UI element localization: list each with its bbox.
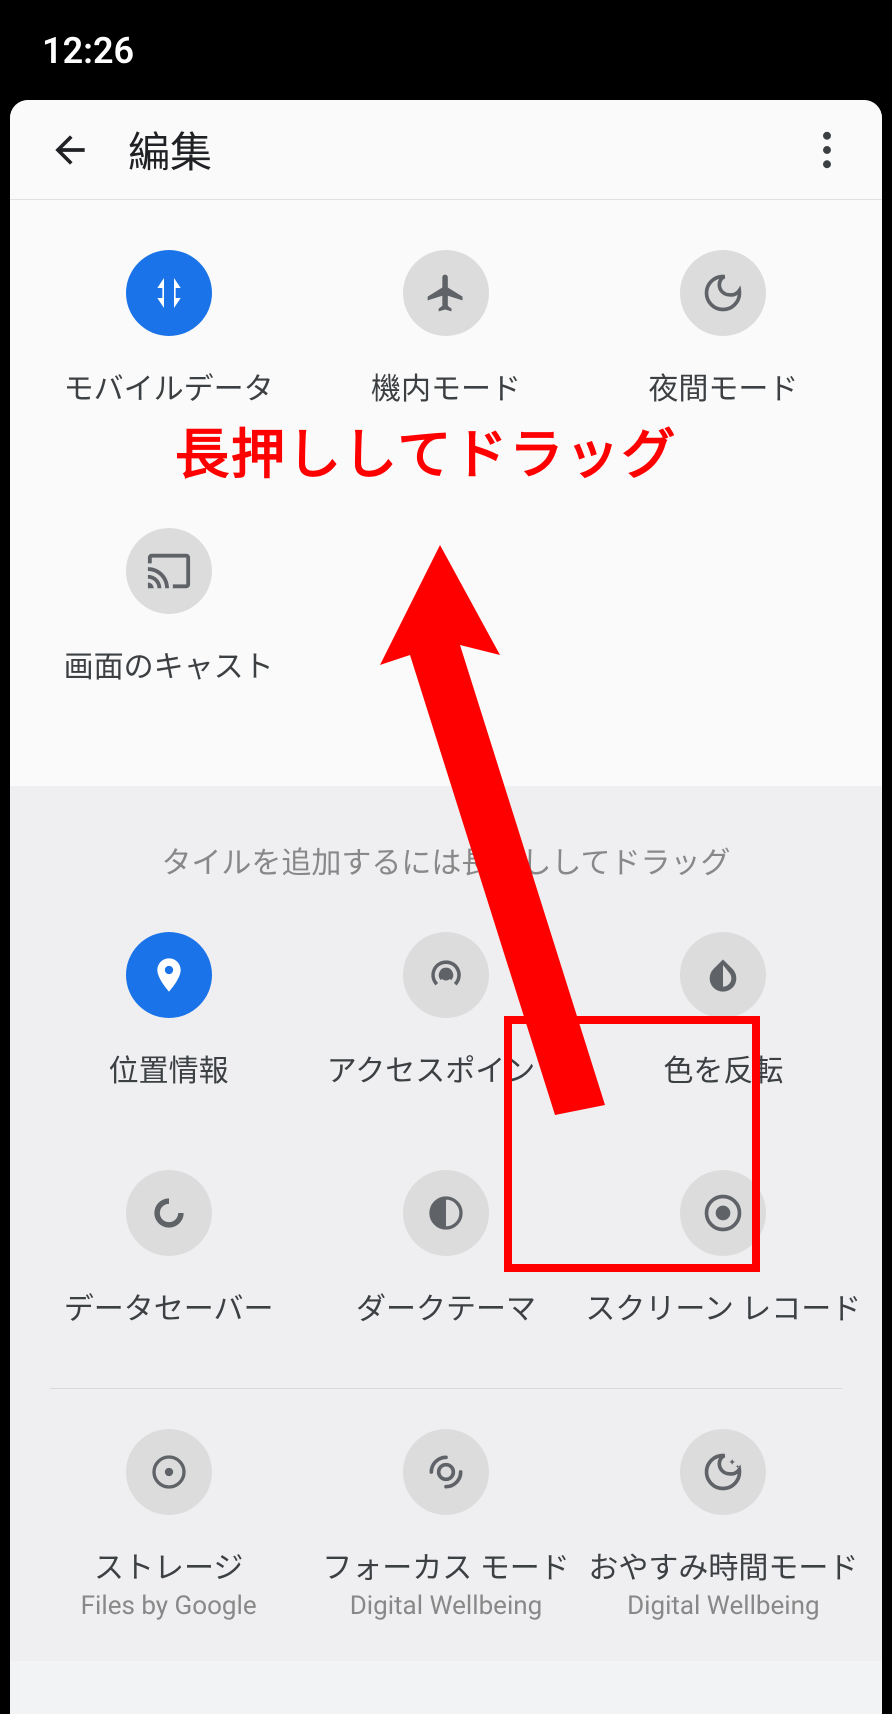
tile-label: 位置情報 (109, 1046, 229, 1090)
tile-sublabel: Digital Wellbeing (627, 1591, 820, 1621)
inactive-grid-2: データセーバー ダークテーマ スクリーン レコード (10, 1160, 882, 1368)
invert-icon (680, 932, 766, 1018)
active-tiles-section: モバイルデータ 機内モード 夜間モード 画面のキャスト (10, 200, 882, 786)
divider (50, 1388, 842, 1389)
tile-label: ストレージ (94, 1543, 243, 1587)
inactive-tiles-section: タイルを追加するには長押ししてドラッグ 位置情報 アクセスポイント 色を反転 (10, 786, 882, 1661)
storage-icon (126, 1429, 212, 1515)
mobile-data-icon (126, 250, 212, 336)
inactive-grid-3: ストレージ Files by Google フォーカス モード Digital … (10, 1419, 882, 1661)
status-bar: 12:26 (0, 0, 892, 100)
tile-storage[interactable]: ストレージ Files by Google (30, 1419, 307, 1661)
hotspot-icon (403, 932, 489, 1018)
tile-label: ダークテーマ (356, 1284, 536, 1328)
focus-icon (403, 1429, 489, 1515)
arrow-left-icon (48, 128, 92, 172)
tile-label: アクセスポイント (327, 1046, 566, 1090)
tile-label: モバイルデータ (64, 364, 274, 408)
datasaver-icon (126, 1170, 212, 1256)
tile-invert-colors[interactable]: 色を反転 (585, 922, 862, 1130)
tile-location[interactable]: 位置情報 (30, 922, 307, 1130)
location-icon (126, 932, 212, 1018)
inactive-grid-1: 位置情報 アクセスポイント 色を反転 (10, 922, 882, 1130)
more-vert-icon (822, 131, 832, 169)
tile-cast[interactable]: 画面のキャスト (30, 518, 307, 726)
tile-label: 夜間モード (648, 364, 798, 408)
screenrec-icon (680, 1170, 766, 1256)
drag-hint: タイルを追加するには長押ししてドラッグ (10, 816, 882, 922)
tile-focus-mode[interactable]: フォーカス モード Digital Wellbeing (307, 1419, 584, 1661)
page-title: 編集 (128, 119, 802, 180)
tile-dark-theme[interactable]: ダークテーマ (307, 1160, 584, 1368)
tile-sublabel: Files by Google (81, 1591, 257, 1621)
tile-label: 色を反転 (663, 1046, 783, 1090)
bedtime-icon (680, 1429, 766, 1515)
tile-label: フォーカス モード (322, 1543, 569, 1587)
night-icon (680, 250, 766, 336)
tile-hotspot[interactable]: アクセスポイント (307, 922, 584, 1130)
tile-label: 機内モード (371, 364, 521, 408)
back-button[interactable] (40, 128, 100, 172)
tile-label: 画面のキャスト (64, 642, 274, 686)
tile-bedtime-mode[interactable]: おやすみ時間モード Digital Wellbeing (585, 1419, 862, 1661)
tile-label: スクリーン レコード (585, 1284, 861, 1328)
airplane-icon (403, 250, 489, 336)
tile-screen-record[interactable]: スクリーン レコード (585, 1160, 862, 1368)
clock: 12:26 (42, 30, 134, 72)
more-button[interactable] (802, 131, 852, 169)
tile-data-saver[interactable]: データセーバー (30, 1160, 307, 1368)
dark-icon (403, 1170, 489, 1256)
tile-label: データセーバー (64, 1284, 274, 1328)
header: 編集 (10, 100, 882, 200)
tile-sublabel: Digital Wellbeing (350, 1591, 543, 1621)
qs-edit-panel: 編集 モバイルデータ 機内モード (10, 100, 882, 1714)
annotation-text: 長押ししてドラッグ (175, 410, 677, 489)
tile-label: おやすみ時間モード (588, 1543, 858, 1587)
cast-icon (126, 528, 212, 614)
